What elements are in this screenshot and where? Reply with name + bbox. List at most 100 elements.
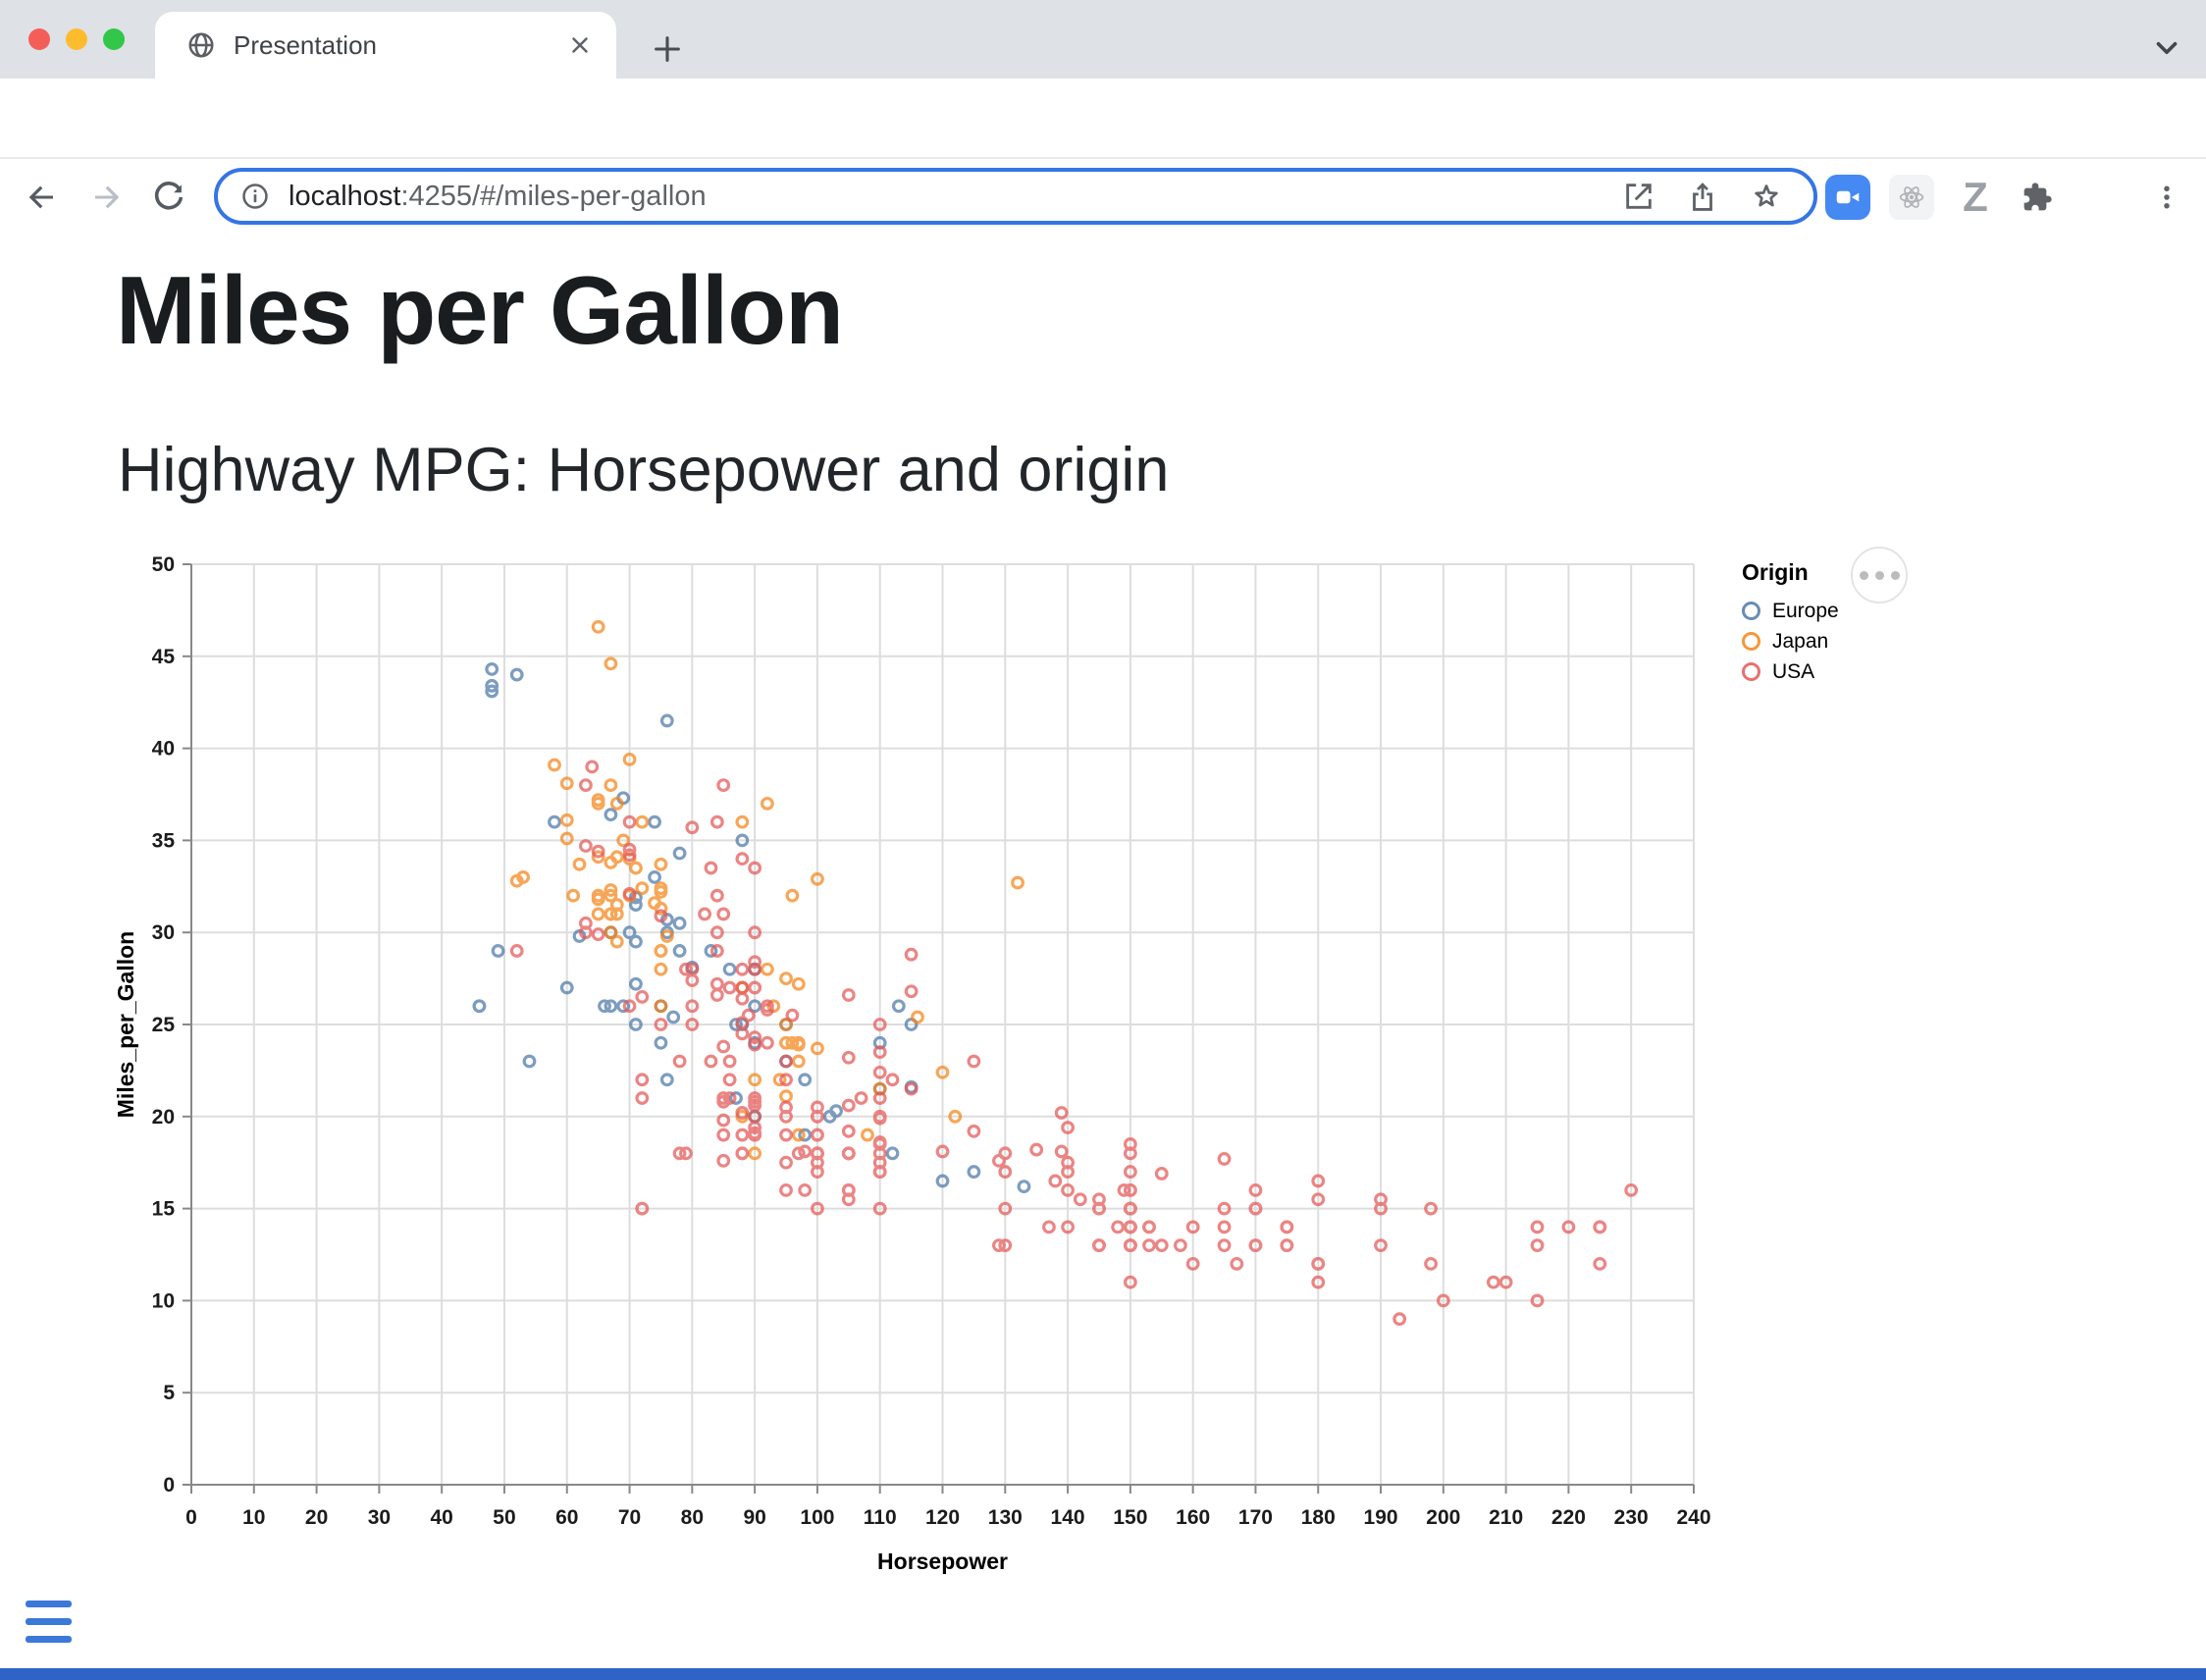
data-point xyxy=(793,1056,804,1067)
data-point xyxy=(581,780,592,791)
data-point xyxy=(781,1102,792,1113)
data-point xyxy=(781,1157,792,1168)
x-tick-label: 10 xyxy=(242,1506,265,1529)
presentation-progress-bar[interactable] xyxy=(0,1668,2206,1680)
data-point xyxy=(674,919,685,929)
data-point xyxy=(994,1156,1005,1167)
data-point xyxy=(781,1129,792,1140)
data-point xyxy=(718,1041,729,1052)
data-point xyxy=(844,990,855,1001)
data-point xyxy=(1156,1169,1167,1180)
data-point xyxy=(611,799,622,810)
legend-swatch-icon xyxy=(1742,602,1760,620)
x-tick-label: 30 xyxy=(368,1506,391,1529)
data-point xyxy=(637,992,648,1003)
data-point xyxy=(1282,1240,1292,1251)
data-point xyxy=(800,1075,811,1085)
data-point xyxy=(1595,1259,1605,1270)
data-point xyxy=(1144,1222,1155,1233)
data-point xyxy=(712,990,723,1001)
data-point xyxy=(674,946,685,957)
data-point xyxy=(581,841,592,852)
data-point xyxy=(1094,1194,1105,1205)
data-point xyxy=(712,816,723,827)
x-tick-label: 100 xyxy=(800,1506,834,1529)
x-tick-label: 140 xyxy=(1051,1506,1085,1529)
y-tick-label: 15 xyxy=(152,1198,176,1221)
data-point xyxy=(1094,1240,1105,1251)
x-tick-label: 90 xyxy=(743,1506,765,1529)
y-tick-label: 10 xyxy=(152,1289,175,1312)
data-point xyxy=(605,810,616,820)
data-point xyxy=(593,929,604,940)
y-tick-label: 5 xyxy=(163,1382,175,1404)
data-point xyxy=(969,1167,979,1178)
data-point xyxy=(1013,877,1024,888)
data-point xyxy=(1219,1154,1230,1165)
x-tick-label: 70 xyxy=(618,1506,641,1529)
series-usa xyxy=(511,761,1636,1324)
data-point xyxy=(637,883,648,894)
data-point xyxy=(762,799,773,810)
legend-swatch-icon xyxy=(1742,632,1760,651)
series-japan xyxy=(511,621,1023,1158)
data-point xyxy=(737,816,748,827)
data-point xyxy=(1595,1222,1605,1233)
data-point xyxy=(700,909,710,919)
data-point xyxy=(631,978,642,989)
data-point xyxy=(737,993,748,1004)
data-point xyxy=(511,946,522,957)
data-point xyxy=(712,978,723,989)
data-point xyxy=(724,1056,735,1067)
data-point xyxy=(894,1001,905,1012)
x-tick-label: 190 xyxy=(1364,1506,1398,1529)
data-point xyxy=(718,909,729,919)
data-point xyxy=(724,982,735,993)
y-axis-title: Miles_per_Gallon xyxy=(113,931,138,1118)
data-point xyxy=(668,1012,679,1023)
hamburger-icon xyxy=(26,1601,72,1607)
data-point xyxy=(800,1185,811,1196)
data-point xyxy=(656,1001,666,1012)
data-point xyxy=(637,1093,648,1104)
data-point xyxy=(1113,1222,1124,1233)
slide-menu-button[interactable] xyxy=(26,1601,73,1648)
data-point xyxy=(1232,1259,1242,1270)
data-point xyxy=(650,872,660,883)
data-point xyxy=(637,1075,648,1085)
data-point xyxy=(568,890,579,901)
data-point xyxy=(511,669,522,680)
data-point xyxy=(724,1075,735,1085)
data-point xyxy=(724,964,735,974)
chart-options-button[interactable] xyxy=(1851,547,1908,604)
data-point xyxy=(605,780,616,791)
x-tick-label: 0 xyxy=(185,1506,197,1529)
data-point xyxy=(650,816,660,827)
x-tick-label: 120 xyxy=(925,1506,960,1529)
data-point xyxy=(1156,1240,1167,1251)
data-point xyxy=(844,1148,855,1159)
data-point xyxy=(718,1115,729,1126)
legend-label: Japan xyxy=(1772,630,1828,654)
data-point xyxy=(844,1100,855,1111)
y-tick-label: 50 xyxy=(152,553,175,576)
y-tick-label: 30 xyxy=(152,921,175,944)
data-point xyxy=(662,715,673,726)
data-point xyxy=(844,1127,855,1137)
x-tick-label: 50 xyxy=(493,1506,515,1529)
x-tick-label: 200 xyxy=(1426,1506,1460,1529)
data-point xyxy=(1426,1259,1437,1270)
data-point xyxy=(674,1056,685,1067)
data-point xyxy=(1031,1144,1042,1155)
y-tick-label: 40 xyxy=(152,738,175,761)
data-point xyxy=(1532,1222,1543,1233)
x-tick-label: 20 xyxy=(305,1506,328,1529)
y-tick-label: 35 xyxy=(152,829,176,852)
data-point xyxy=(969,1056,979,1067)
x-tick-label: 240 xyxy=(1676,1506,1710,1529)
x-tick-label: 220 xyxy=(1551,1506,1586,1529)
data-point xyxy=(781,1185,792,1196)
data-point xyxy=(844,1052,855,1063)
data-point xyxy=(487,664,498,675)
data-point xyxy=(611,936,622,947)
